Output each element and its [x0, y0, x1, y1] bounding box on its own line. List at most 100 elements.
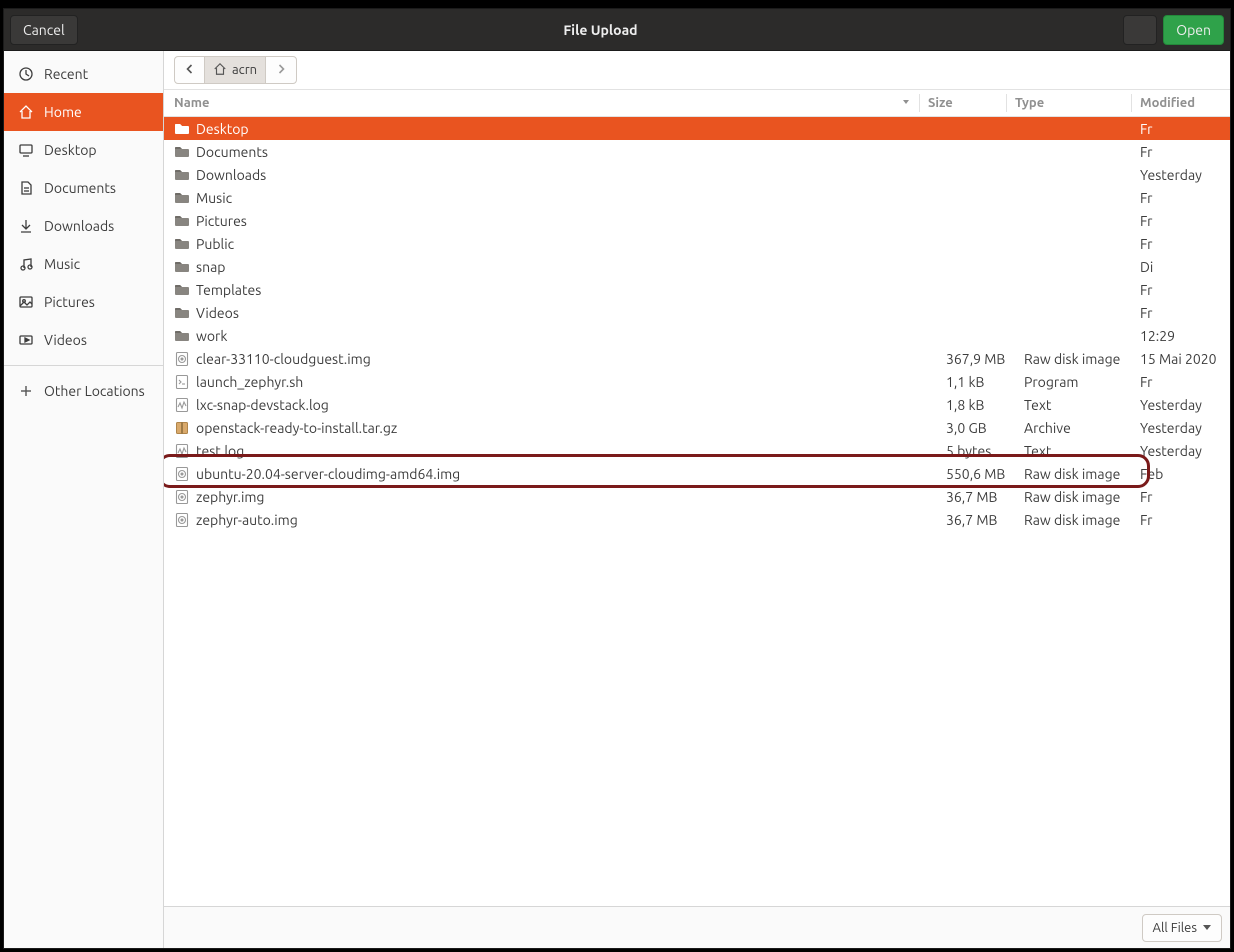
- file-name: launch_zephyr.sh: [196, 374, 303, 390]
- file-name: work: [196, 328, 227, 344]
- disk-icon: [174, 351, 190, 367]
- script-icon: [174, 374, 190, 390]
- file-row[interactable]: DownloadsYesterday: [164, 163, 1230, 186]
- path-back-button[interactable]: [175, 57, 205, 83]
- file-name: ubuntu-20.04-server-cloudimg-amd64.img: [196, 466, 460, 482]
- folder-icon: [174, 213, 190, 229]
- cancel-button[interactable]: Cancel: [10, 15, 78, 45]
- file-modified: Fr: [1140, 282, 1230, 298]
- sidebar-item-home[interactable]: Home: [4, 93, 163, 131]
- file-type: Raw disk image: [1024, 512, 1140, 528]
- file-row[interactable]: work 12:29: [164, 324, 1230, 347]
- file-modified: Fr: [1140, 190, 1230, 206]
- titlebar: Cancel File Upload Open: [4, 9, 1230, 51]
- sidebar-separator: [4, 365, 163, 366]
- home-icon: [213, 62, 227, 79]
- folder-icon: [174, 328, 190, 344]
- file-row[interactable]: DocumentsFr: [164, 140, 1230, 163]
- file-row[interactable]: DesktopFr: [164, 117, 1230, 140]
- file-row[interactable]: PicturesFr: [164, 209, 1230, 232]
- file-row[interactable]: zephyr.img36,7 MBRaw disk imageFr: [164, 485, 1230, 508]
- folder-icon: [174, 282, 190, 298]
- file-modified: Di: [1140, 259, 1230, 275]
- file-filter-label: All Files: [1153, 921, 1197, 935]
- file-modified: Fr: [1140, 374, 1230, 390]
- downloads-icon: [18, 218, 34, 234]
- folder-icon: [174, 190, 190, 206]
- footer: All Files: [164, 906, 1230, 948]
- sidebar-item-label: Desktop: [44, 142, 97, 158]
- column-header-type[interactable]: Type: [1015, 96, 1131, 110]
- sidebar-item-music[interactable]: Music: [4, 245, 163, 283]
- path-segment-home[interactable]: acrn: [205, 57, 266, 83]
- sidebar-item-label: Downloads: [44, 218, 114, 234]
- music-icon: [18, 256, 34, 272]
- file-row[interactable]: clear-33110-cloudguest.img367,9 MBRaw di…: [164, 347, 1230, 370]
- file-modified: 12:29: [1140, 328, 1230, 344]
- file-row[interactable]: VideosFr: [164, 301, 1230, 324]
- file-row[interactable]: TemplatesFr: [164, 278, 1230, 301]
- file-name: Pictures: [196, 213, 247, 229]
- column-header-modified[interactable]: Modified: [1140, 96, 1230, 110]
- file-modified: Yesterday: [1140, 420, 1230, 436]
- file-modified: Fr: [1140, 236, 1230, 252]
- file-name: Videos: [196, 305, 239, 321]
- file-row[interactable]: launch_zephyr.sh 1,1 kBProgramFr: [164, 370, 1230, 393]
- disk-icon: [174, 512, 190, 528]
- file-row[interactable]: ubuntu-20.04-server-cloudimg-amd64.img 55…: [164, 462, 1230, 485]
- file-row[interactable]: test.log5 bytesTextYesterday: [164, 439, 1230, 462]
- file-list[interactable]: DesktopFrDocumentsFrDownloadsYesterdayMu…: [164, 117, 1230, 906]
- file-name: clear-33110-cloudguest.img: [196, 351, 371, 367]
- file-filter-dropdown[interactable]: All Files: [1142, 914, 1222, 942]
- file-type: Raw disk image: [1024, 489, 1140, 505]
- file-name: Documents: [196, 144, 268, 160]
- column-header-size[interactable]: Size: [928, 96, 1006, 110]
- search-button[interactable]: [1123, 15, 1157, 45]
- desktop-icon: [18, 142, 34, 158]
- dialog-title: File Upload: [84, 22, 1118, 38]
- file-name: Music: [196, 190, 232, 206]
- file-size: 550,6 MB: [946, 466, 1024, 482]
- file-size: 1,1 kB: [946, 374, 1024, 390]
- sidebar-item-desktop[interactable]: Desktop: [4, 131, 163, 169]
- pathbar: acrn: [174, 56, 297, 84]
- file-row[interactable]: PublicFr: [164, 232, 1230, 255]
- file-size: 1,8 kB: [946, 397, 1024, 413]
- file-name: Desktop: [196, 121, 249, 137]
- pictures-icon: [18, 294, 34, 310]
- open-button[interactable]: Open: [1163, 15, 1224, 45]
- path-forward-button[interactable]: [266, 57, 296, 83]
- chevron-right-icon: [276, 63, 286, 77]
- home-icon: [18, 104, 34, 120]
- videos-icon: [18, 332, 34, 348]
- sidebar-item-label: Music: [44, 256, 80, 272]
- sidebar-item-recent[interactable]: Recent: [4, 55, 163, 93]
- folder-sel-icon: [174, 121, 190, 137]
- sidebar-item-pictures[interactable]: Pictures: [4, 283, 163, 321]
- file-row[interactable]: zephyr-auto.img36,7 MBRaw disk imageFr: [164, 508, 1230, 531]
- column-header-name[interactable]: Name: [174, 96, 919, 110]
- file-type: Program: [1024, 374, 1140, 390]
- sidebar-item-other-locations[interactable]: Other Locations: [4, 372, 163, 410]
- file-modified: Yesterday: [1140, 443, 1230, 459]
- file-type: Text: [1024, 397, 1140, 413]
- file-row[interactable]: openstack-ready-to-install.tar.gz3,0 GBA…: [164, 416, 1230, 439]
- folder-icon: [174, 259, 190, 275]
- sidebar-item-downloads[interactable]: Downloads: [4, 207, 163, 245]
- file-size: 5 bytes: [946, 443, 1024, 459]
- file-row[interactable]: snapDi: [164, 255, 1230, 278]
- sidebar-item-label: Pictures: [44, 294, 95, 310]
- sidebar-item-documents[interactable]: Documents: [4, 169, 163, 207]
- column-header-name-label: Name: [174, 96, 209, 110]
- file-row[interactable]: Music Fr: [164, 186, 1230, 209]
- sidebar-item-videos[interactable]: Videos: [4, 321, 163, 359]
- chevron-down-icon: [1203, 925, 1211, 930]
- sidebar-item-label: Recent: [44, 66, 88, 82]
- file-size: 367,9 MB: [946, 351, 1024, 367]
- file-modified: 15 Mai 2020: [1140, 351, 1230, 367]
- sidebar-item-label: Documents: [44, 180, 116, 196]
- sidebar-item-label: Home: [44, 104, 82, 120]
- file-row[interactable]: lxc-snap-devstack.log1,8 kBTextYesterday: [164, 393, 1230, 416]
- folder-icon: [174, 236, 190, 252]
- pathbar-row: acrn: [164, 51, 1230, 89]
